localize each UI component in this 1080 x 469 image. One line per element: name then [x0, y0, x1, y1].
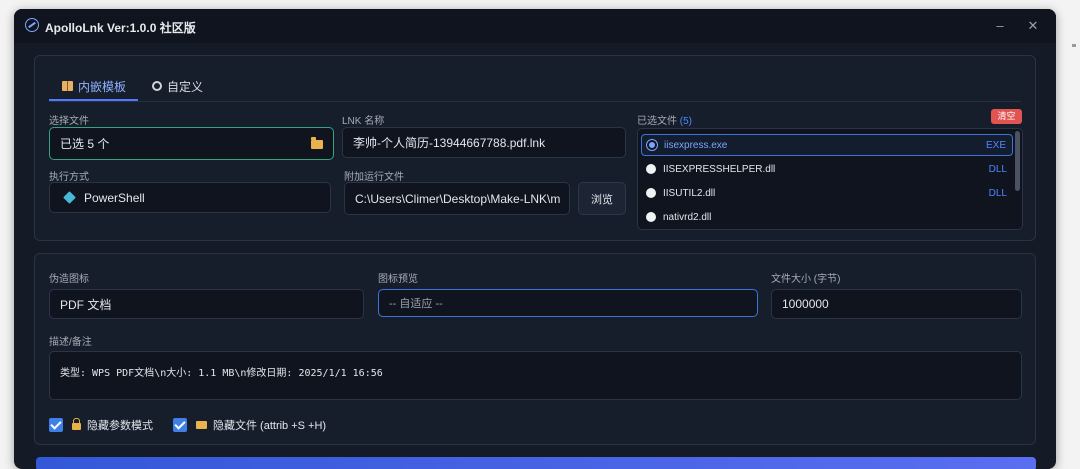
icon-preview-label: 图标预览 — [378, 274, 418, 285]
tab-divider — [49, 101, 1021, 102]
exec-mode-select[interactable]: PowerShell — [49, 182, 331, 213]
description-value: 类型: WPS PDF文档\n大小: 1.1 MB\n修改日期: 2025/1/… — [60, 368, 383, 379]
gear-icon — [152, 81, 162, 91]
description-textarea[interactable]: 类型: WPS PDF文档\n大小: 1.1 MB\n修改日期: 2025/1/… — [49, 351, 1022, 400]
radio-selected-icon[interactable] — [646, 139, 658, 151]
select-file-field[interactable]: 已选 5 个 — [49, 127, 334, 160]
radio-icon[interactable] — [646, 164, 656, 174]
template-panel: 内嵌模板 自定义 选择文件 已选 5 个 LNK 名称 李帅-个人简历-1394… — [34, 55, 1036, 241]
hide-file-checkbox[interactable]: 隐藏文件 (attrib +S +H) — [173, 417, 326, 433]
folder-icon — [196, 421, 207, 429]
powershell-icon — [63, 191, 76, 204]
checkbox-checked-icon[interactable] — [49, 418, 63, 432]
file-item[interactable]: iisexpress.exe EXE — [641, 134, 1013, 156]
icon-preview-select[interactable]: -- 自适应 -- — [378, 289, 758, 317]
selected-files-list[interactable]: iisexpress.exe EXE IISEXPRESSHELPER.dll … — [637, 128, 1023, 230]
list-scrollbar[interactable] — [1015, 131, 1020, 191]
app-window: ApolloLnk Ver:1.0.0 社区版 – ✕ 内嵌模板 自定义 选择文… — [14, 9, 1056, 469]
extra-file-value: C:\Users\Climer\Desktop\Make-LNK\m — [355, 191, 561, 206]
checkbox-checked-icon[interactable] — [173, 418, 187, 432]
exec-mode-value: PowerShell — [84, 190, 145, 205]
file-size-input[interactable]: 1000000 — [771, 289, 1022, 319]
file-name: nativrd2.dll — [663, 211, 712, 223]
edge-mark — [1072, 44, 1076, 47]
fake-icon-value: PDF 文档 — [60, 297, 112, 312]
folder-icon[interactable] — [311, 137, 323, 149]
extra-file-label: 附加运行文件 — [344, 172, 404, 183]
select-file-label: 选择文件 — [49, 116, 89, 127]
file-size-label: 文件大小 (字节) — [771, 274, 841, 285]
file-name: IISUTIL2.dll — [663, 187, 716, 199]
book-icon — [62, 81, 73, 91]
fake-icon-select[interactable]: PDF 文档 — [49, 289, 364, 319]
file-name: iisexpress.exe — [664, 139, 728, 151]
tab-custom[interactable]: 自定义 — [152, 74, 203, 98]
file-type: DLL — [988, 187, 1007, 199]
options-panel: 伪造图标 PDF 文档 图标预览 -- 自适应 -- 文件大小 (字节) 100… — [34, 253, 1036, 445]
tab-label: 内嵌模板 — [78, 79, 127, 94]
radio-icon[interactable] — [646, 188, 656, 198]
lnk-name-value: 李帅-个人简历-13944667788.pdf.lnk — [353, 136, 546, 150]
file-type: DLL — [988, 163, 1007, 175]
selected-files-label: 已选文件 (5) — [637, 112, 692, 127]
file-item[interactable]: nativrd2.dll — [641, 206, 1013, 228]
select-file-value: 已选 5 个 — [60, 137, 110, 151]
fake-icon-label: 伪造图标 — [49, 274, 89, 285]
minimize-button[interactable]: – — [990, 17, 1010, 35]
hide-params-label: 隐藏参数模式 — [87, 420, 153, 432]
lock-icon — [72, 418, 81, 430]
browse-button[interactable]: 浏览 — [578, 182, 626, 215]
hide-params-checkbox[interactable]: 隐藏参数模式 — [49, 417, 153, 433]
icon-preview-value: -- 自适应 -- — [389, 298, 443, 310]
tab-label: 自定义 — [167, 79, 204, 94]
close-button[interactable]: ✕ — [1023, 17, 1043, 35]
extra-file-input[interactable]: C:\Users\Climer\Desktop\Make-LNK\m — [344, 182, 570, 215]
file-name: IISEXPRESSHELPER.dll — [663, 163, 776, 175]
clear-button[interactable]: 清空 — [991, 109, 1022, 124]
title-bar[interactable]: ApolloLnk Ver:1.0.0 社区版 – ✕ — [14, 9, 1056, 43]
lnk-name-input[interactable]: 李帅-个人简历-13944667788.pdf.lnk — [342, 127, 626, 158]
exec-mode-label: 执行方式 — [49, 172, 89, 183]
file-item[interactable]: IISEXPRESSHELPER.dll DLL — [641, 158, 1013, 180]
active-tab-indicator — [49, 99, 138, 101]
file-type: EXE — [985, 139, 1006, 151]
file-size-value: 1000000 — [782, 297, 829, 311]
tab-builtin-template[interactable]: 内嵌模板 — [62, 74, 126, 98]
window-title: ApolloLnk Ver:1.0.0 社区版 — [45, 21, 196, 35]
selected-files-count: (5) — [679, 116, 693, 127]
hide-file-label: 隐藏文件 (attrib +S +H) — [213, 420, 327, 432]
description-label: 描述/备注 — [49, 337, 92, 348]
app-logo-icon — [25, 18, 39, 32]
radio-icon[interactable] — [646, 212, 656, 222]
file-item[interactable]: IISUTIL2.dll DLL — [641, 182, 1013, 204]
lnk-name-label: LNK 名称 — [342, 116, 385, 127]
selected-files-title: 已选文件 — [637, 116, 677, 127]
